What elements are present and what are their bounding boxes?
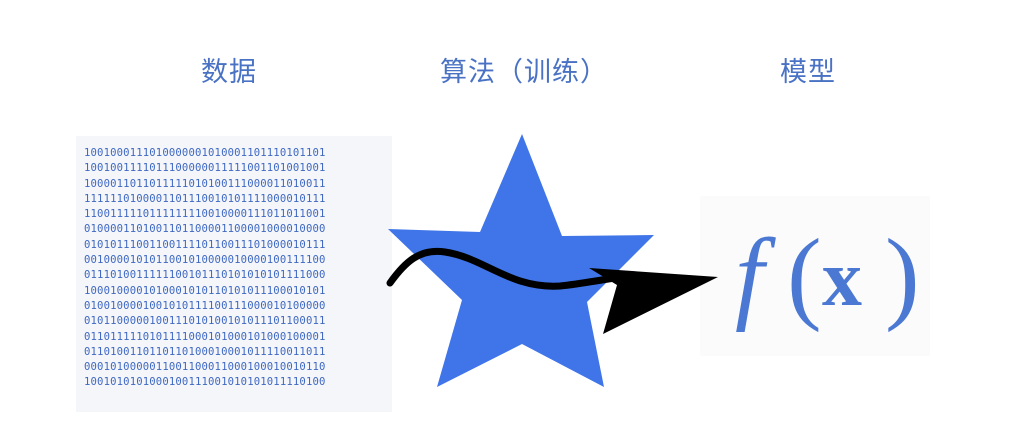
diagram-canvas: f ( x ) <box>386 134 920 387</box>
formula-variable: x <box>822 235 862 323</box>
model-formula: f ( x ) <box>735 218 920 333</box>
formula-open-paren: ( <box>787 218 822 333</box>
star-icon <box>388 134 654 387</box>
formula-close-paren: ) <box>885 218 920 333</box>
formula-function-symbol: f <box>735 218 776 333</box>
